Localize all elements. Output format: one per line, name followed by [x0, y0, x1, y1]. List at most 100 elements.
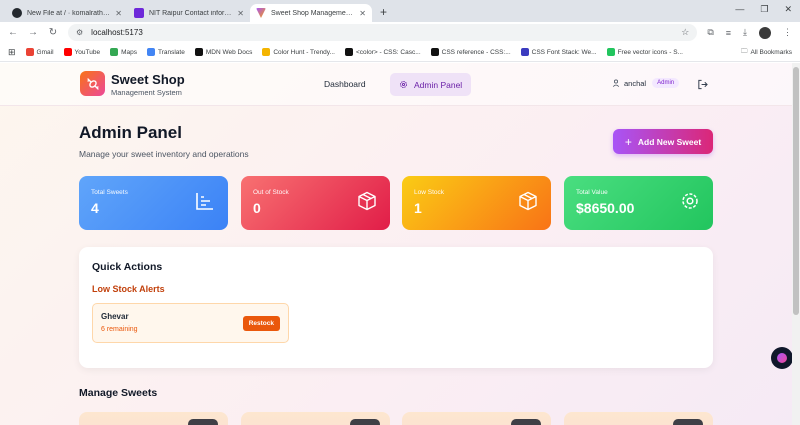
bookmarks-bar: ⊞ Gmail YouTube Maps Translate MDN Web Docs C… [0, 43, 800, 62]
bookmark-item[interactable]: MDN Web Docs [194, 48, 253, 56]
stat-card-total-value: Total Value $8650.00 [564, 176, 713, 230]
card-badge [511, 419, 541, 425]
browser-tab-sweetshop[interactable]: Sweet Shop Management System ✕ [250, 4, 372, 22]
tab-title: NIT Raipur Contact information [149, 9, 232, 17]
assistant-icon [777, 353, 787, 363]
alert-remaining: 6 remaining [101, 326, 138, 333]
add-new-sweet-button[interactable]: + Add New Sweet [613, 129, 713, 154]
bookmark-item[interactable]: YouTube [63, 48, 100, 56]
nav-admin-panel[interactable]: Admin Panel [390, 73, 472, 96]
bookmark-favicon-icon [194, 48, 203, 56]
bookmark-favicon-icon [520, 48, 529, 56]
vite-favicon-icon [256, 8, 266, 18]
role-badge: Admin [652, 78, 680, 88]
bookmark-label: Color Hunt - Trendy... [273, 48, 335, 56]
browser-toolbar: ← → ↻ ⚙ localhost:5173 ☆ ⧉ ≡ ⤓ ⋮ [0, 22, 800, 43]
bookmark-label: CSS reference - CSS:... [441, 48, 511, 56]
tab-title: New File at / · komalrathore05 [27, 9, 110, 17]
bookmark-favicon-icon [63, 48, 72, 56]
bookmark-favicon-icon [146, 48, 155, 56]
stat-card-low-stock: Low Stock 1 [402, 176, 551, 230]
user-info: anchal Admin [612, 78, 680, 88]
bookmark-favicon-icon [344, 48, 353, 56]
bookmark-item[interactable]: Translate [146, 48, 185, 56]
downloads-icon[interactable]: ⤓ [743, 27, 747, 38]
floating-assistant-button[interactable] [771, 347, 793, 369]
profile-avatar[interactable] [759, 26, 771, 39]
browser-tab-nit[interactable]: NIT Raipur Contact information ✕ [128, 4, 250, 22]
nav-admin-label: Admin Panel [414, 79, 463, 90]
bookmark-label: Maps [121, 48, 137, 56]
reload-icon[interactable]: ↻ [48, 27, 58, 38]
tab-close-icon[interactable]: ✕ [359, 9, 366, 18]
stat-card-total-sweets: Total Sweets 4 [79, 176, 228, 230]
close-window-icon[interactable]: ✕ [784, 4, 792, 15]
bookmark-item[interactable]: Maps [110, 48, 137, 56]
bookmark-item[interactable]: <color> - CSS: Casc... [344, 48, 421, 56]
browser-tab-github[interactable]: New File at / · komalrathore05 ✕ [6, 4, 128, 22]
address-bar[interactable]: ⚙ localhost:5173 ☆ [68, 24, 698, 41]
sweet-card[interactable] [402, 412, 551, 425]
logout-icon[interactable] [697, 77, 708, 95]
media-icon[interactable]: ≡ [726, 28, 731, 38]
nav-dashboard[interactable]: Dashboard [316, 75, 374, 93]
card-badge [673, 419, 703, 425]
bookmark-favicon-icon [262, 48, 271, 56]
username: anchal [624, 78, 647, 88]
gear-icon [682, 193, 698, 209]
bookmark-item[interactable]: CSS Font Stack: We... [520, 48, 597, 56]
extensions-icon[interactable]: ⧉ [707, 27, 713, 38]
brand-name: Sweet Shop [111, 72, 185, 87]
page-subtitle: Manage your sweet inventory and operatio… [79, 149, 249, 159]
all-bookmarks-label: All Bookmarks [750, 48, 792, 56]
card-badge [188, 419, 218, 425]
sweet-card[interactable] [241, 412, 390, 425]
sweet-card[interactable] [564, 412, 713, 425]
github-favicon-icon [12, 8, 22, 18]
bookmark-item[interactable]: Color Hunt - Trendy... [262, 48, 335, 56]
page-title: Admin Panel [79, 123, 182, 142]
logo-candy-icon[interactable] [80, 71, 105, 96]
all-bookmarks[interactable]: 🗀 All Bookmarks [741, 47, 792, 58]
bookmark-favicon-icon [430, 48, 439, 56]
restock-button[interactable]: Restock [242, 316, 280, 331]
tab-close-icon[interactable]: ✕ [115, 9, 122, 18]
bookmark-star-icon[interactable]: ☆ [681, 27, 689, 38]
site-info-icon[interactable]: ⚙ [76, 28, 83, 37]
box-icon [358, 191, 376, 211]
page-scrollbar[interactable] [792, 63, 800, 425]
restore-icon[interactable]: ❐ [760, 4, 768, 15]
window-controls: — ❐ ✕ [735, 4, 792, 15]
sweet-card[interactable] [79, 412, 228, 425]
brand-subtitle: Management System [111, 88, 182, 97]
apps-grid-icon[interactable]: ⊞ [8, 47, 16, 58]
minimize-icon[interactable]: — [735, 4, 744, 15]
bookmark-label: Free vector icons - S... [617, 48, 683, 56]
quick-actions-title: Quick Actions [92, 261, 163, 273]
gear-icon [400, 81, 407, 88]
bookmark-label: CSS Font Stack: We... [531, 48, 597, 56]
bookmark-label: MDN Web Docs [205, 48, 253, 56]
menu-icon[interactable]: ⋮ [783, 27, 792, 38]
bookmark-favicon-icon [606, 48, 615, 56]
back-icon[interactable]: ← [8, 27, 18, 38]
card-badge [350, 419, 380, 425]
bookmark-item[interactable]: Gmail [25, 48, 54, 56]
plus-icon: + [624, 134, 632, 149]
chart-icon [196, 193, 213, 210]
scrollbar-thumb[interactable] [793, 67, 799, 315]
brand: Sweet Shop Management System [111, 72, 185, 97]
app-header: Sweet Shop Management System Dashboard A… [0, 63, 800, 106]
forward-icon[interactable]: → [28, 27, 38, 38]
new-tab-button[interactable]: + [372, 4, 395, 22]
bookmark-label: Gmail [36, 48, 54, 56]
browser-tab-bar: New File at / · komalrathore05 ✕ NIT Rai… [0, 0, 800, 22]
box-icon [519, 191, 537, 211]
folder-icon: 🗀 [740, 47, 748, 55]
bookmark-item[interactable]: Free vector icons - S... [606, 48, 683, 56]
tab-close-icon[interactable]: ✕ [237, 9, 244, 18]
url-text: localhost:5173 [91, 28, 143, 37]
tab-title: Sweet Shop Management System [271, 9, 354, 17]
bookmark-item[interactable]: CSS reference - CSS:... [430, 48, 511, 56]
user-icon [612, 79, 620, 87]
